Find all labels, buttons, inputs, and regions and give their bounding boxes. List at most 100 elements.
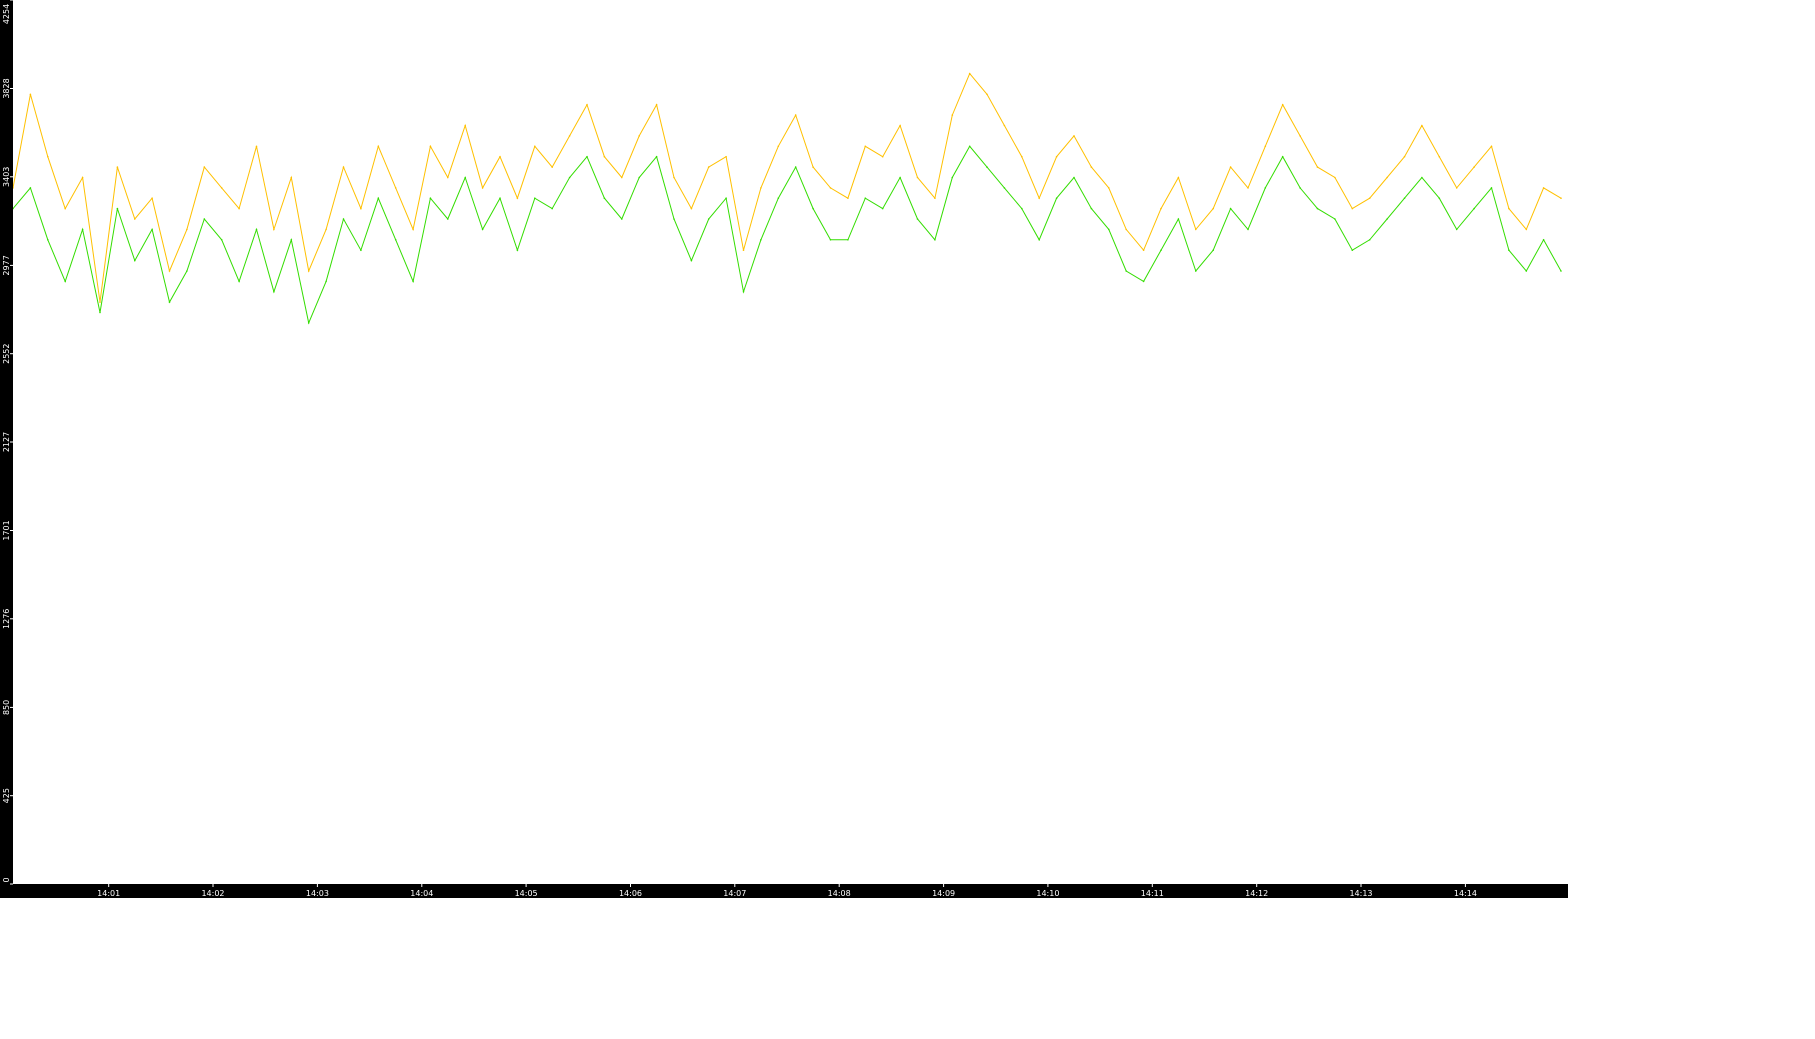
data-point [325,228,327,231]
data-point [690,207,693,210]
data-point [1090,207,1093,210]
data-point [1021,155,1023,158]
data-point [586,103,588,106]
data-point [1055,197,1058,199]
data-point [968,72,971,75]
data-point [481,187,484,189]
data-point [621,176,623,179]
data-point [1195,270,1197,272]
data-point [64,207,66,210]
data-point [673,218,675,220]
data-point [794,114,797,116]
x-tick-label: 14:04 [410,889,433,898]
data-point [1229,166,1232,168]
x-tick-label: 14:06 [619,889,642,898]
data-point [551,207,553,210]
data-point [1160,207,1162,210]
data-point [586,155,588,158]
y-tick-label: 3828 [2,78,11,98]
y-tick-label: 2977 [2,255,11,275]
data-point [1212,207,1214,210]
x-tick-label: 14:07 [723,889,746,898]
x-tick-label: 14:05 [515,889,538,898]
data-point [603,197,606,199]
data-point [812,166,814,168]
data-point [1542,239,1545,241]
data-point [1299,135,1301,137]
data-point [255,228,258,231]
y-tick-label: 850 [2,700,11,715]
data-point [1351,207,1354,210]
data-point [707,166,710,168]
data-point [1542,187,1545,189]
data-point [81,176,84,179]
data-point [116,207,119,210]
data-point [394,187,397,189]
data-point [342,166,345,168]
data-point [1403,155,1406,158]
data-point [290,239,293,241]
x-axis-band [0,884,1568,898]
data-point [1490,187,1493,189]
data-point [864,145,867,148]
x-tick-label: 14:09 [932,889,955,898]
data-point [1421,176,1423,179]
data-point [794,166,797,168]
data-point [134,218,136,220]
data-point [447,176,449,179]
data-point [29,93,32,96]
data-point [916,176,919,179]
data-point [655,155,658,158]
y-tick-label: 0 [2,877,11,882]
data-point [934,197,936,199]
data-point [325,280,327,283]
data-point [951,176,954,179]
data-point [847,239,849,241]
data-point [1073,176,1075,179]
data-point [1281,155,1284,158]
data-point [1368,197,1371,199]
data-point [777,145,780,148]
x-tick-label: 14:03 [306,889,329,898]
data-point [1003,124,1006,127]
data-point [1299,187,1301,189]
data-point [655,103,658,106]
data-point [273,228,275,231]
data-point [377,197,380,199]
data-point [638,176,640,179]
data-point [621,218,623,220]
data-point [464,124,467,127]
x-tick-label: 14:10 [1036,889,1059,898]
data-point [1247,187,1249,189]
data-point [1473,166,1475,168]
data-point [1247,228,1249,231]
data-point [760,239,762,241]
data-point [742,291,745,293]
data-point [220,187,223,189]
y-tick-label: 2127 [2,432,11,452]
data-point [394,239,397,241]
data-point [951,114,954,116]
data-point [99,301,101,303]
x-tick-label: 14:14 [1454,889,1477,898]
data-point [1090,166,1093,168]
y-tick-label: 3403 [2,167,11,187]
data-point [1508,249,1510,251]
data-point [777,197,780,199]
data-point [1438,155,1441,158]
data-point [134,259,136,262]
data-point [1508,207,1510,210]
data-point [1281,103,1284,106]
data-point [568,135,571,137]
data-point [847,197,849,199]
data-point [1386,218,1388,220]
data-point [1195,228,1197,231]
data-point [829,239,832,241]
data-point [760,187,762,189]
data-point [1212,249,1214,251]
data-point [934,239,936,241]
data-point [1334,176,1336,179]
data-point [1038,239,1040,241]
data-point [1351,249,1354,251]
data-point [881,207,884,210]
